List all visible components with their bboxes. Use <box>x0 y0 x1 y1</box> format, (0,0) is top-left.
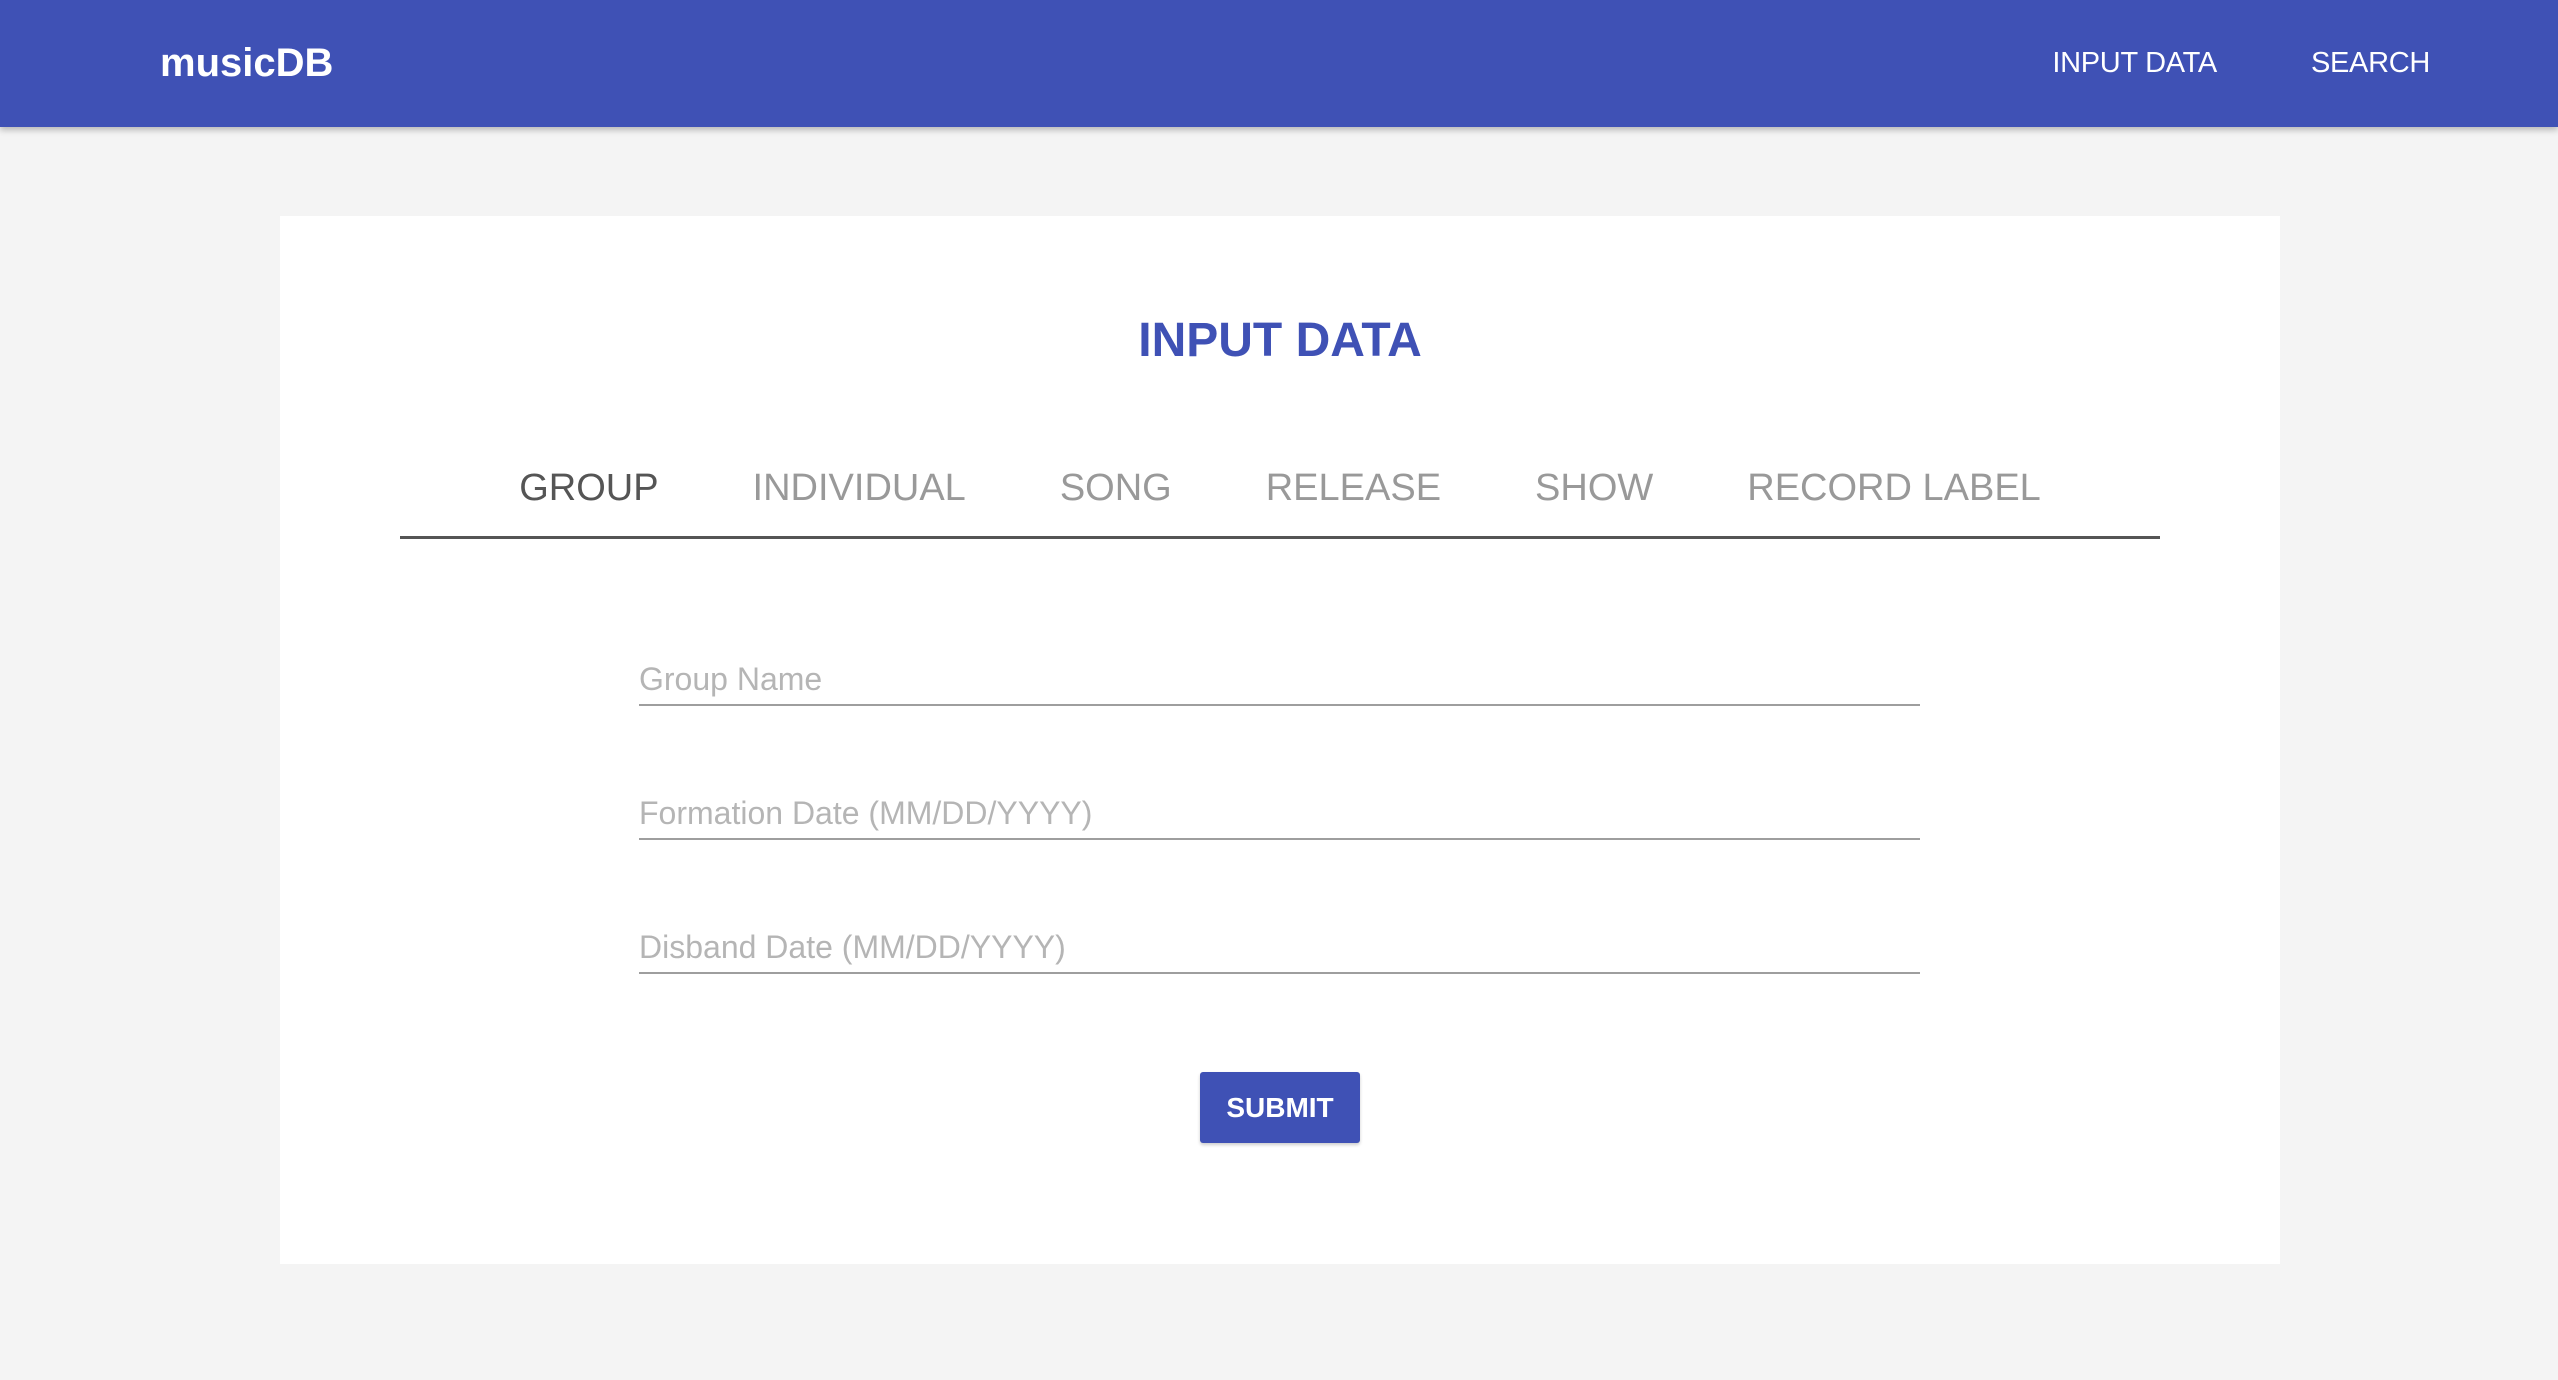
group-name-input[interactable] <box>639 661 1920 698</box>
tab-release[interactable]: RELEASE <box>1219 467 1488 510</box>
top-navbar: musicDB INPUT DATA SEARCH <box>0 0 2558 127</box>
nav-link-search[interactable]: SEARCH <box>2311 47 2430 80</box>
tab-show[interactable]: SHOW <box>1488 467 1700 510</box>
formation-date-input[interactable] <box>639 795 1920 832</box>
tab-individual[interactable]: INDIVIDUAL <box>706 467 1013 510</box>
page-title: INPUT DATA <box>1138 314 1422 367</box>
nav-links: INPUT DATA SEARCH <box>1958 0 2430 127</box>
group-name-field-wrapper <box>639 634 1920 706</box>
submit-button[interactable]: SUBMIT <box>1200 1072 1360 1143</box>
tab-record-label[interactable]: RECORD LABEL <box>1700 467 2088 510</box>
disband-date-input[interactable] <box>639 929 1920 966</box>
disband-date-field-wrapper <box>639 902 1920 974</box>
tab-group[interactable]: GROUP <box>472 467 705 510</box>
input-data-card: INPUT DATA GROUP INDIVIDUAL SONG RELEASE… <box>280 216 2280 1264</box>
entity-tabs: GROUP INDIVIDUAL SONG RELEASE SHOW RECOR… <box>400 441 2160 539</box>
nav-link-input-data[interactable]: INPUT DATA <box>2052 47 2217 80</box>
brand-logo-link[interactable]: musicDB <box>160 0 333 127</box>
formation-date-field-wrapper <box>639 768 1920 840</box>
tab-song[interactable]: SONG <box>1013 467 1219 510</box>
